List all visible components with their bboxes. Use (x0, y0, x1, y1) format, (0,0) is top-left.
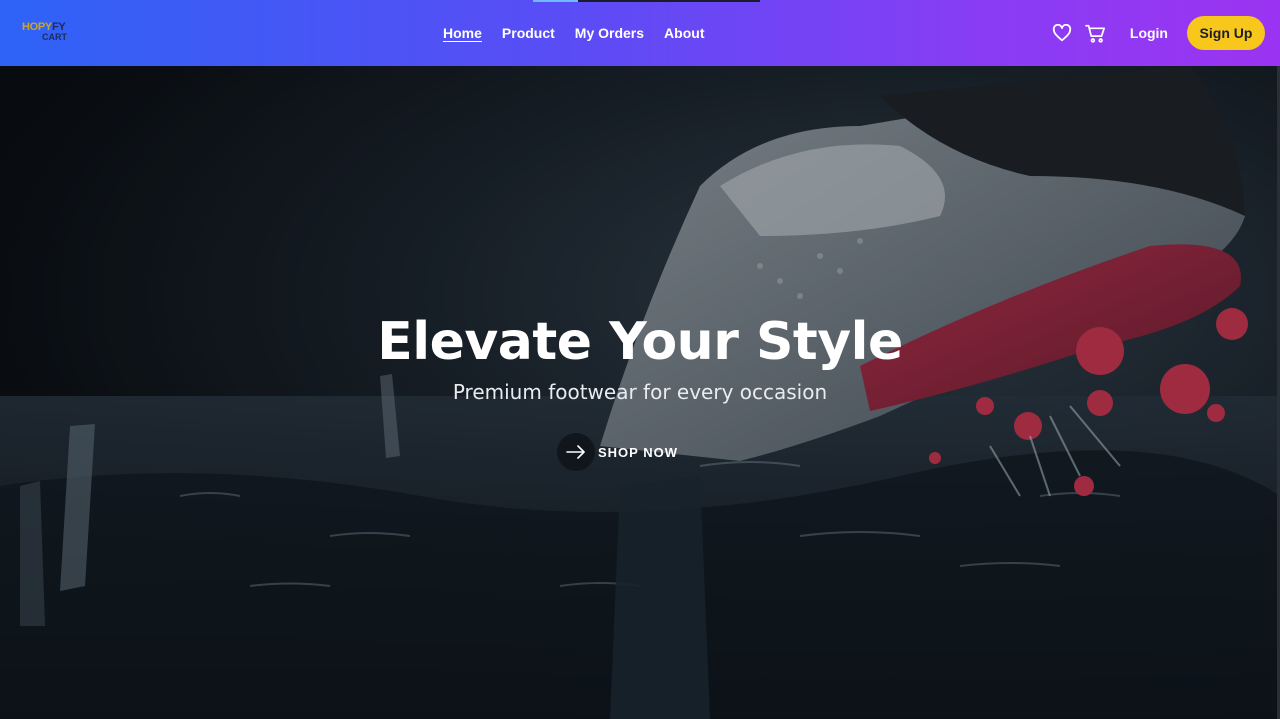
hero-title: Elevate Your Style (377, 312, 903, 372)
loading-bar (533, 0, 760, 2)
nav-link-about[interactable]: About (664, 25, 704, 41)
arrow-right-icon (557, 433, 595, 471)
hero-banner: Elevate Your Style Premium footwear for … (0, 66, 1280, 719)
main-nav: Home Product My Orders About (443, 25, 704, 41)
sign-up-button[interactable]: Sign Up (1187, 16, 1265, 50)
heart-icon[interactable] (1051, 22, 1073, 44)
hero-subtitle: Premium footwear for every occasion (452, 380, 828, 404)
shop-now-label: SHOP NOW (598, 444, 678, 460)
top-navbar: HOPYFY CART Home Product My Orders About… (0, 0, 1280, 66)
nav-link-my-orders[interactable]: My Orders (575, 25, 644, 41)
login-link[interactable]: Login (1130, 25, 1168, 41)
nav-actions: Login Sign Up (1051, 16, 1265, 50)
logo-text-bottom: CART (42, 32, 67, 42)
brand-logo[interactable]: HOPYFY CART (22, 22, 82, 46)
shop-now-button[interactable]: SHOP NOW (557, 433, 678, 471)
nav-link-home[interactable]: Home (443, 25, 482, 41)
nav-link-product[interactable]: Product (502, 25, 555, 41)
cart-icon[interactable] (1085, 22, 1107, 44)
